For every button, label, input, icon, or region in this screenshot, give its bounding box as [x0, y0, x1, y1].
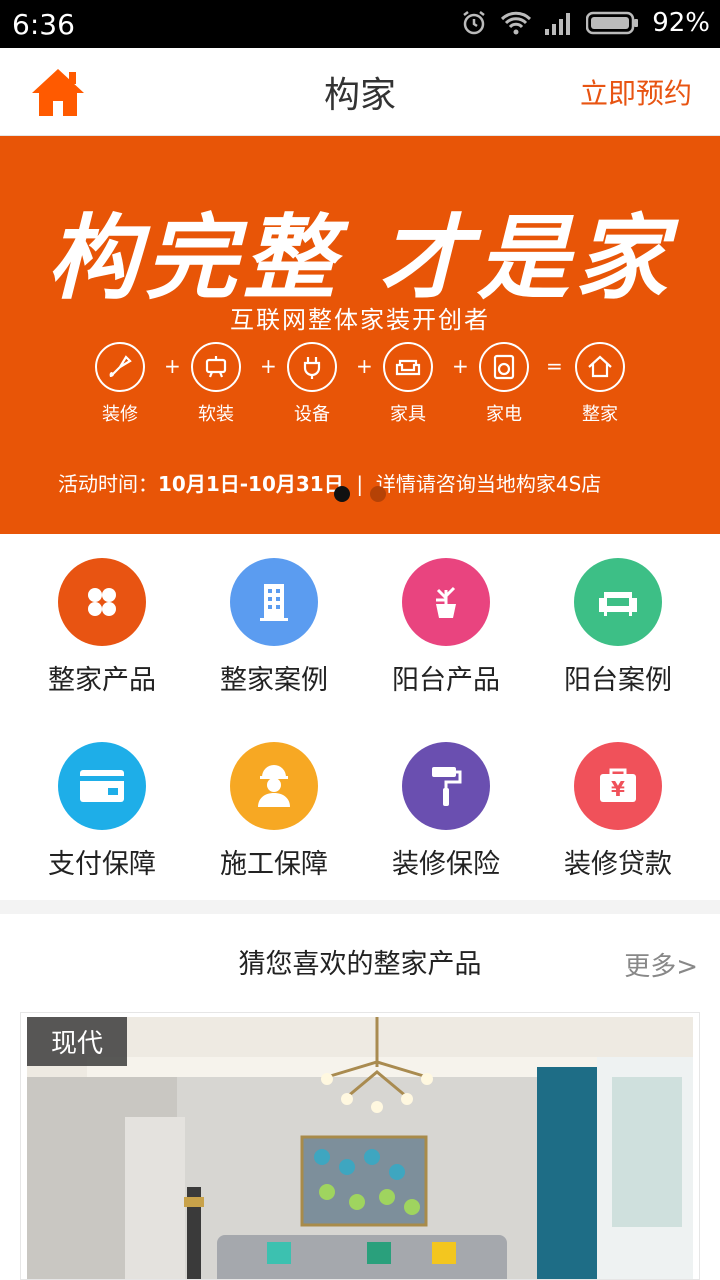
- status-icons: 92%: [460, 8, 710, 38]
- worker-icon: [230, 742, 318, 830]
- building-icon: [230, 558, 318, 646]
- grid-item-balcony-products[interactable]: 阳台产品: [356, 558, 536, 697]
- wifi-icon: [500, 10, 532, 36]
- alarm-icon: [460, 9, 488, 37]
- activity-note: 详情请咨询当地构家4S店: [375, 472, 602, 496]
- washer-icon: [479, 342, 529, 392]
- grid-label: 整家案例: [220, 665, 328, 696]
- formula-label: 整家: [582, 404, 618, 425]
- formula-label: 家具: [390, 404, 426, 425]
- status-time: 6:36: [12, 8, 75, 41]
- battery-icon: [586, 11, 640, 35]
- formula-item-whole-home: 整家: [562, 342, 638, 426]
- grid-item-payment-guarantee[interactable]: 支付保障: [12, 742, 192, 881]
- banner-formula: 装修 + 软装 + 设备 + 家具 + 家电 = 整家: [82, 342, 642, 432]
- section-divider: [0, 900, 720, 914]
- banner-activity: 活动时间：10月1日-10月31日 | 详情请咨询当地构家4S店: [58, 472, 602, 496]
- feature-grid: 整家产品 整家案例 阳台产品 阳台案例 支付保障 施工保障 装修保险 ¥ 装修贷…: [0, 534, 720, 900]
- grid-label: 支付保障: [48, 849, 156, 880]
- formula-item-decoration: 装修: [82, 342, 158, 426]
- grid-item-balcony-cases[interactable]: 阳台案例: [528, 558, 708, 697]
- grid-item-whole-home-cases[interactable]: 整家案例: [184, 558, 364, 697]
- signal-icon: [544, 11, 574, 35]
- plug-icon: [287, 342, 337, 392]
- activity-dates: 10月1日-10月31日: [158, 472, 344, 496]
- formula-label: 家电: [486, 404, 522, 425]
- formula-item-equipment: 设备: [274, 342, 350, 426]
- promo-banner[interactable]: 构完整 才是家 互联网整体家装开创者 装修 + 软装 + 设备 + 家具 + 家…: [0, 136, 720, 534]
- style-tag: 现代: [27, 1017, 128, 1066]
- grid-label: 阳台案例: [564, 665, 672, 696]
- paint-roller-icon: [402, 742, 490, 830]
- status-bar: 6:36 92%: [0, 0, 720, 48]
- grid-label: 施工保障: [220, 849, 328, 880]
- clover-icon: [58, 558, 146, 646]
- formula-label: 软装: [198, 404, 234, 425]
- sofa-icon: [383, 342, 433, 392]
- formula-item-soft: 软装: [178, 342, 254, 426]
- more-link[interactable]: 更多>: [624, 946, 698, 983]
- banner-subtitle: 互联网整体家装开创者: [230, 306, 490, 334]
- formula-item-furniture: 家具: [370, 342, 446, 426]
- sofa-icon: [574, 558, 662, 646]
- carousel-dot-active[interactable]: [334, 486, 350, 502]
- banner-headline: 构完整 才是家: [46, 204, 674, 312]
- card-icon: [58, 742, 146, 830]
- brush-icon: [95, 342, 145, 392]
- grid-item-construction-guarantee[interactable]: 施工保障: [184, 742, 364, 881]
- house-icon: [575, 342, 625, 392]
- battery-percent: 92%: [652, 8, 710, 38]
- product-card[interactable]: 现代: [20, 1012, 700, 1280]
- section-title: 猜您喜欢的整家产品: [238, 949, 482, 980]
- grid-item-renovation-insurance[interactable]: 装修保险: [356, 742, 536, 881]
- grid-item-renovation-loan[interactable]: ¥ 装修贷款: [528, 742, 708, 881]
- money-bag-icon: ¥: [574, 742, 662, 830]
- equals-icon: =: [546, 354, 563, 378]
- plant-icon: [402, 558, 490, 646]
- formula-label: 装修: [102, 404, 138, 425]
- book-now-button[interactable]: 立即预约: [580, 72, 692, 112]
- formula-label: 设备: [294, 404, 330, 425]
- activity-label: 活动时间：: [58, 472, 158, 496]
- grid-label: 阳台产品: [392, 665, 500, 696]
- svg-text:¥: ¥: [611, 777, 625, 801]
- home-button[interactable]: [30, 66, 86, 120]
- carousel-indicator: [334, 486, 386, 502]
- app-header: 构家 立即预约: [0, 48, 720, 136]
- lamp-icon: [191, 342, 241, 392]
- grid-label: 整家产品: [48, 665, 156, 696]
- home-icon: [30, 69, 86, 124]
- grid-item-whole-home-products[interactable]: 整家产品: [12, 558, 192, 697]
- grid-label: 装修保险: [392, 849, 500, 880]
- grid-label: 装修贷款: [564, 849, 672, 880]
- formula-item-appliance: 家电: [466, 342, 542, 426]
- carousel-dot[interactable]: [370, 486, 386, 502]
